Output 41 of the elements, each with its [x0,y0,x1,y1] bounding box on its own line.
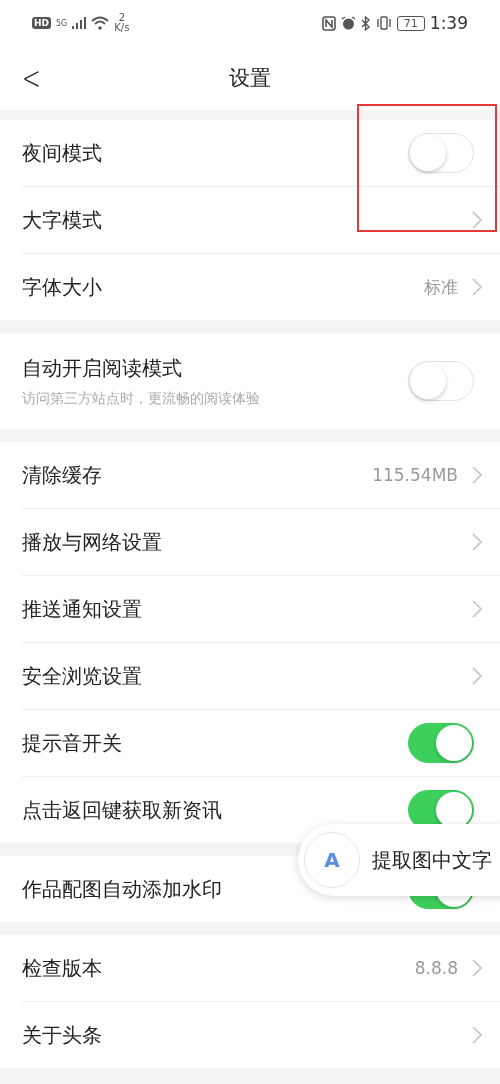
setting-label: 清除缓存 [22,461,103,489]
speed-unit: K/s [114,23,130,33]
setting-label: 作品配图自动添加水印 [22,875,223,903]
setting-label: 检查版本 [22,954,103,982]
wifi-icon [91,16,110,30]
chevron-icon[interactable] [472,1026,482,1044]
chevron-icon[interactable] [472,959,482,977]
chevron-icon[interactable] [472,667,482,685]
setting-label: 安全浏览设置 [22,662,143,690]
setting-label: 推送通知设置 [22,595,143,623]
toggle-switch[interactable] [408,723,474,763]
vibrate-icon [375,16,392,30]
setting-description: 访问第三方站点时，更流畅的阅读体验 [22,389,261,408]
setting-label: 自动开启阅读模式 [22,354,183,382]
signal-icon [72,17,87,29]
setting-value: 8.8.8 [414,958,458,978]
chevron-icon[interactable] [472,211,482,229]
bluetooth-icon [360,15,371,31]
setting-value: 标准 [424,275,458,299]
setting-label: 关于头条 [22,1021,103,1049]
chevron-icon[interactable] [472,278,482,296]
hd-badge: HD [32,17,51,29]
chevron-icon[interactable] [472,600,482,618]
setting-label: 大字模式 [22,206,103,234]
alarm-icon [340,15,356,31]
setting-value: 115.54MB [372,465,458,485]
chevron-icon[interactable] [472,533,482,551]
page-title: 设置 [229,65,271,92]
clock: 1:39 [429,13,468,33]
chevron-icon[interactable] [472,466,482,484]
network-label: 5G [56,19,68,28]
setting-label: 提示音开关 [22,729,123,757]
speed-value: 2 [118,13,126,23]
back-button[interactable]: < [22,59,41,97]
setting-label: 字体大小 [22,273,103,301]
battery-level: 71 [396,15,425,31]
extract-text-menu[interactable]: A 提取图中文字 [298,824,500,896]
setting-label: 点击返回键获取新资讯 [22,796,223,824]
nfc-icon [321,15,336,31]
setting-label: 播放与网络设置 [22,528,163,556]
setting-label: 夜间模式 [22,139,103,167]
